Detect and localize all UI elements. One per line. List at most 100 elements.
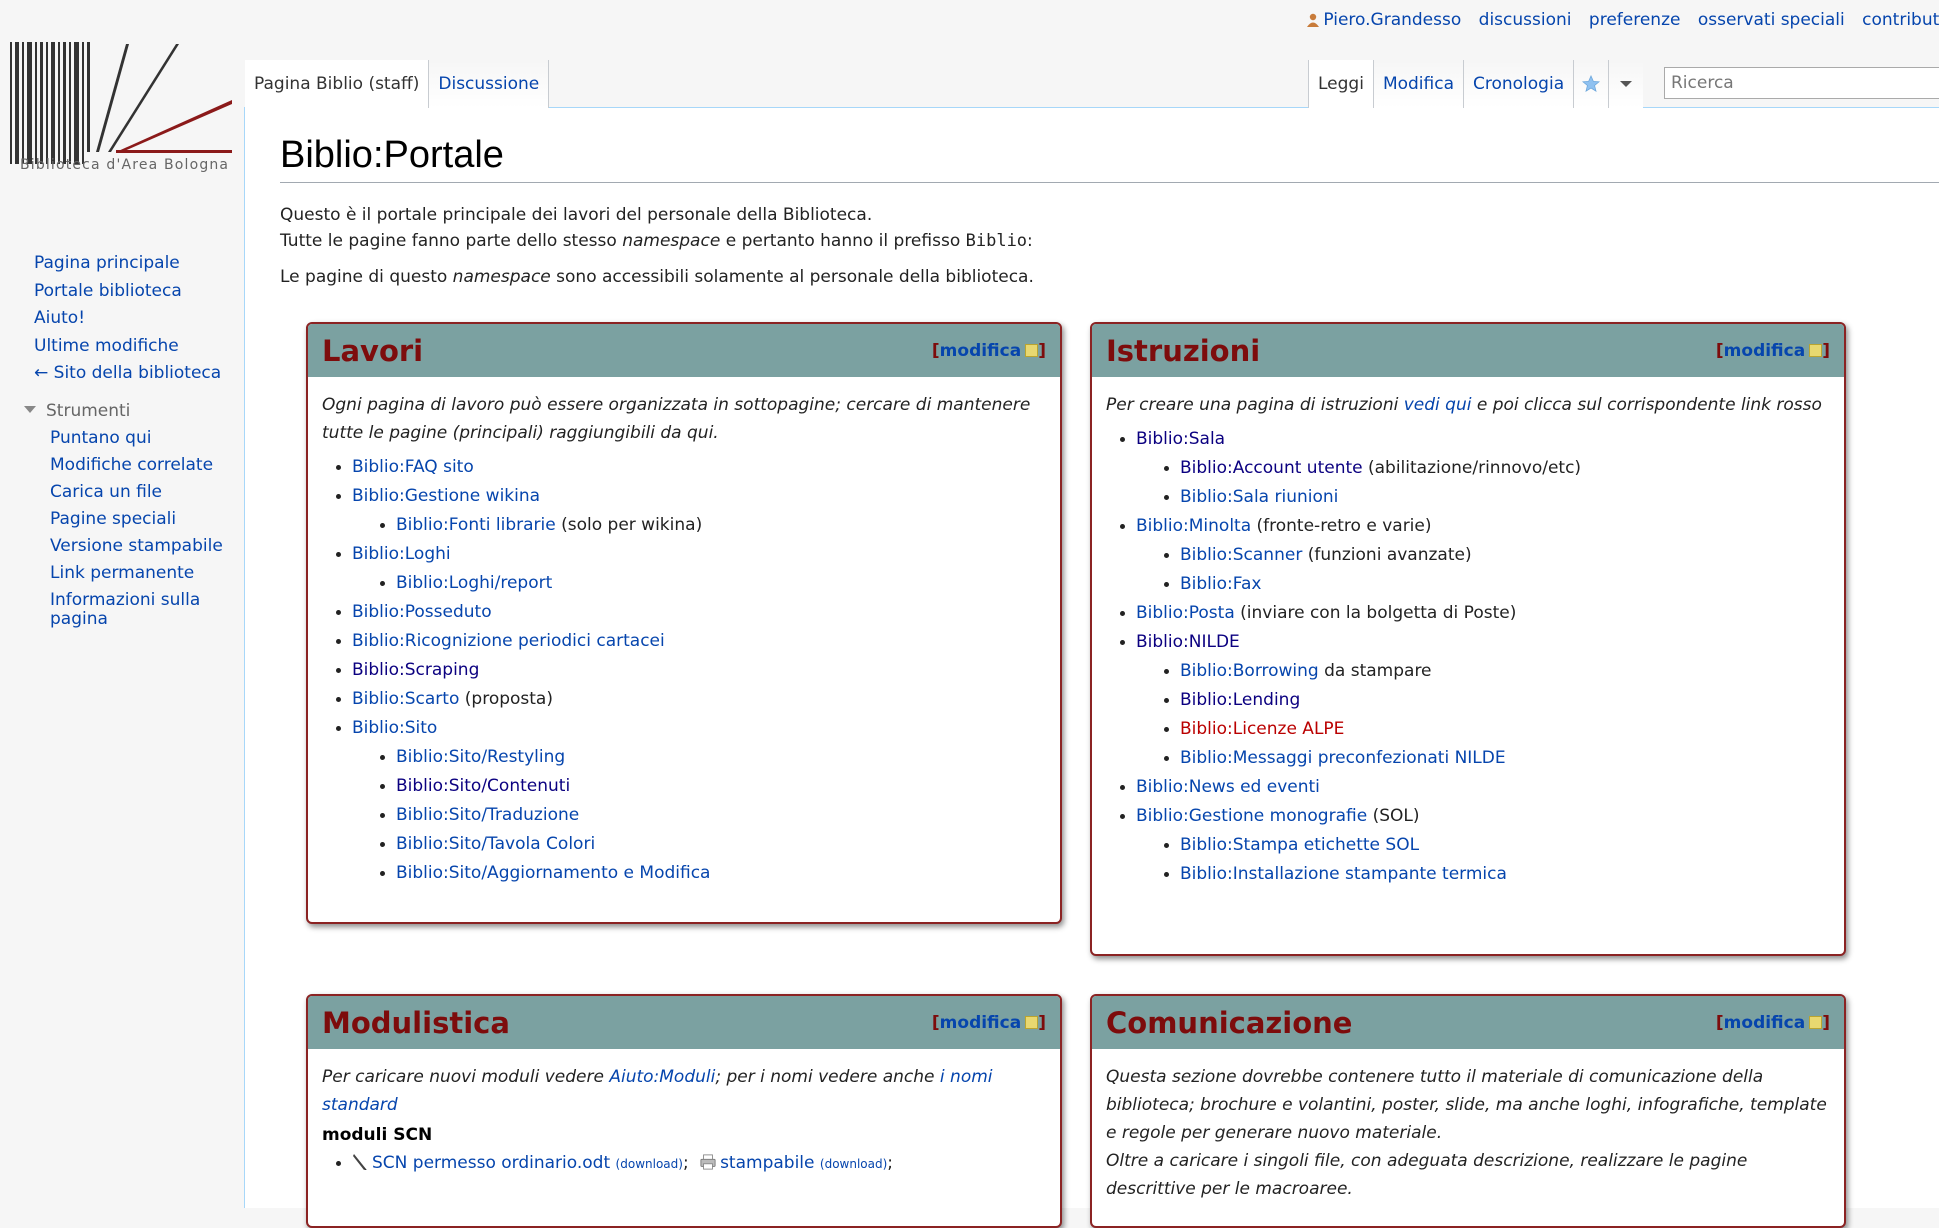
edit-link[interactable]: modifica [1724,341,1806,361]
list-link[interactable]: Biblio:Lending [1180,690,1300,710]
list-link[interactable]: Biblio:Stampa etichette SOL [1180,835,1419,855]
list-note: (inviare con la bolgetta di Poste) [1234,603,1517,623]
list-link[interactable]: Biblio:Gestione wikina [352,486,540,506]
list-link[interactable]: Biblio:Scanner [1180,545,1302,565]
tool-printable-version[interactable]: Versione stampabile [50,533,223,560]
list-item: Biblio:Stampa etichette SOL [1164,831,1830,860]
user-link[interactable]: Piero.Grandesso [1307,10,1461,30]
edit-lock-icon [1025,1015,1039,1029]
list-link[interactable]: Biblio:Scraping [352,660,479,680]
list-link[interactable]: Biblio:Fonti librarie [396,515,556,535]
personal-tools: Piero.Grandesso discussioni preferenze o… [1295,10,1939,30]
box-modulistica-title: Modulistica [322,1005,510,1040]
talk-link[interactable]: discussioni [1479,10,1572,30]
download-link[interactable]: (download) [616,1157,683,1171]
sidebar-item-recent-changes[interactable]: Ultime modifiche [34,333,223,361]
desc-link[interactable]: vedi qui [1404,395,1472,415]
list-link[interactable]: Biblio:Ricognizione periodici cartacei [352,631,665,651]
box-lavori-edit[interactable]: [modifica] [932,341,1046,361]
list-link[interactable]: Biblio:Minolta [1136,516,1251,536]
list-item: Biblio:Ricognizione periodici cartacei [336,627,1046,656]
edit-link[interactable]: modifica [1724,1013,1806,1033]
box-lavori-body: Ogni pagina di lavoro può essere organiz… [308,377,1060,898]
tab-discussion[interactable]: Discussione [429,60,550,108]
edit-link[interactable]: modifica [940,1013,1022,1033]
file-link[interactable]: SCN permesso ordinario.odt [372,1153,610,1173]
list-link[interactable]: Biblio:Sito [352,718,437,738]
search-input[interactable] [1669,68,1939,98]
edit-bracket-close: ] [1822,1012,1830,1033]
file-link[interactable]: stampabile [720,1153,814,1173]
list-link[interactable]: Biblio:News ed eventi [1136,777,1320,797]
sidebar-item-library-site[interactable]: ← Sito della biblioteca [34,360,223,388]
list-link[interactable]: Biblio:Posta [1136,603,1235,623]
list-link[interactable]: Biblio:Sito/Restyling [396,747,565,767]
box-modulistica-edit[interactable]: [modifica] [932,1013,1046,1033]
intro-line-2: Tutte le pagine fanno parte dello stesso… [280,231,1033,251]
box-istruzioni-body: Per creare una pagina di istruzioni vedi… [1092,377,1844,899]
tools-toggle[interactable]: Strumenti [24,398,223,426]
tab-read[interactable]: Leggi [1308,60,1373,108]
list-item: Biblio:Gestione wikina Biblio:Fonti libr… [336,482,1046,540]
tool-whatlinkshere[interactable]: Puntano qui [50,425,223,452]
tool-permanent-link[interactable]: Link permanente [50,560,223,587]
list-item: Biblio:Posseduto [336,598,1046,627]
list-link[interactable]: Biblio:Sito/Tavola Colori [396,834,595,854]
tab-page[interactable]: Pagina Biblio (staff) [245,60,430,108]
list-link[interactable]: Biblio:Account utente [1180,458,1363,478]
list-link[interactable]: Biblio:Sito/Aggiornamento e Modifica [396,863,710,883]
list-link[interactable]: Biblio:Sito/Traduzione [396,805,579,825]
list-link[interactable]: Biblio:Installazione stampante termica [1180,864,1507,884]
list-item: Biblio:Borrowing da stampare [1164,657,1830,686]
list-link[interactable]: Biblio:Messaggi preconfezionati NILDE [1180,748,1506,768]
edit-link[interactable]: modifica [940,341,1022,361]
sub-list: Biblio:Fonti librarie (solo per wikina) [352,511,1046,540]
contributions-link[interactable]: contributi [1862,10,1939,30]
box-lavori: Lavori [modifica] Ogni pagina di lavoro … [306,322,1062,924]
list-link[interactable]: Biblio:FAQ sito [352,457,474,477]
sidebar-item-library-portal[interactable]: Portale biblioteca [34,278,223,306]
box-lavori-header: Lavori [modifica] [308,324,1060,377]
box-istruzioni-title: Istruzioni [1106,333,1261,368]
download-link[interactable]: (download) [820,1157,887,1171]
list-link[interactable]: Biblio:Sala [1136,429,1225,449]
box-comunicazione-edit[interactable]: [modifica] [1716,1013,1830,1033]
list-item: Biblio:Loghi/report [380,569,1046,598]
list-item: Biblio:Installazione stampante termica [1164,860,1830,889]
edit-lock-icon [1809,1015,1823,1029]
intro2-text-a: Tutte le pagine fanno parte dello stesso [280,231,623,251]
list-link[interactable]: Biblio:Borrowing [1180,661,1319,681]
tab-history[interactable]: Cronologia [1463,60,1574,108]
list-link[interactable]: Biblio:Loghi [352,544,451,564]
watchlist-link[interactable]: osservati speciali [1698,10,1845,30]
namespace-tabs: Pagina Biblio (staff) Discussione [245,60,550,108]
sidebar-item-main-page[interactable]: Pagina principale [34,250,223,278]
list-link[interactable]: Biblio:Fax [1180,574,1261,594]
list-link[interactable]: Biblio:Scarto [352,689,459,709]
tool-page-info[interactable]: Informazioni sulla pagina [50,587,210,629]
desc-link[interactable]: Aiuto:Moduli [609,1067,715,1087]
more-actions-menu[interactable] [1608,60,1644,108]
box-istruzioni: Istruzioni [modifica] Per creare una pag… [1090,322,1846,956]
sidebar-item-help[interactable]: Aiuto! [34,305,223,333]
intro-line-3: Le pagine di questo namespace sono acces… [280,267,1034,287]
list-link[interactable]: Biblio:Sito/Contenuti [396,776,570,796]
preferences-link[interactable]: preferenze [1589,10,1681,30]
sub-list: Biblio:Stampa etichette SOL Biblio:Insta… [1136,831,1830,889]
list-link[interactable]: Biblio:Loghi/report [396,573,552,593]
tool-related-changes[interactable]: Modifiche correlate [50,452,223,479]
list-link[interactable]: Biblio:Gestione monografie [1136,806,1367,826]
list-item: Biblio:Sito/Restyling [380,743,1046,772]
tool-special-pages[interactable]: Pagine speciali [50,506,223,533]
list-link[interactable]: Biblio:NILDE [1136,632,1240,652]
list-link[interactable]: Biblio:Sala riunioni [1180,487,1338,507]
watch-star-button[interactable] [1573,60,1609,108]
tool-upload-file[interactable]: Carica un file [50,479,223,506]
site-logo[interactable]: Biblioteca d'Area Bologna [8,40,233,175]
box-istruzioni-edit[interactable]: [modifica] [1716,341,1830,361]
list-link-missing[interactable]: Biblio:Licenze ALPE [1180,719,1344,739]
list-link[interactable]: Biblio:Posseduto [352,602,492,622]
search-box [1664,67,1939,99]
tab-edit[interactable]: Modifica [1372,60,1463,108]
box-modulistica: Modulistica [modifica] Per caricare nuov… [306,994,1062,1228]
